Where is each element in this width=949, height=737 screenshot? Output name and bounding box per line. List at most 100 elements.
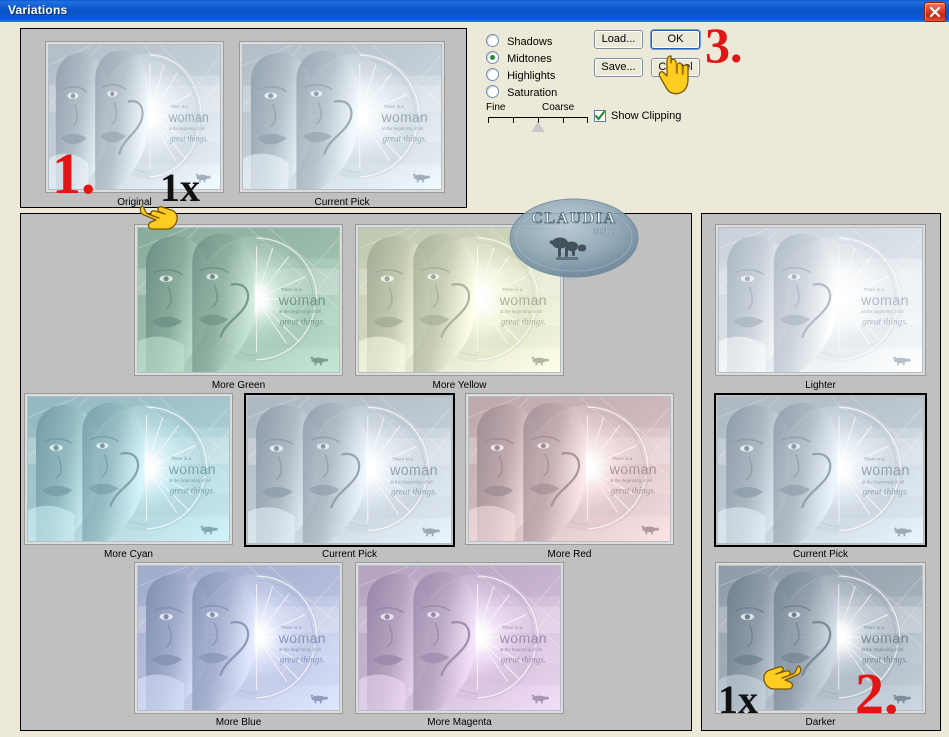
- slider-label-coarse: Coarse: [542, 102, 575, 113]
- caption-more-green: More Green: [211, 380, 266, 391]
- artwork-line4: great things.: [501, 654, 546, 664]
- radio-midtones[interactable]: Midtones: [486, 51, 552, 65]
- artwork-line2: woman: [278, 292, 326, 308]
- artwork-line2: woman: [499, 292, 547, 308]
- thumbnail-more-green[interactable]: There is a woman at the beginning of all…: [134, 224, 343, 376]
- caption-more-blue: More Blue: [215, 717, 262, 728]
- caption-more-yellow: More Yellow: [432, 380, 487, 391]
- thumbnail-current-pick-grid[interactable]: There is a woman at the beginning of all…: [244, 393, 455, 547]
- artwork-render: There is a woman at the beginning of all…: [469, 397, 670, 541]
- slider-tick: [513, 117, 514, 123]
- load-button[interactable]: Load...: [594, 30, 643, 49]
- thumbnail-image: There is a woman at the beginning of all…: [717, 396, 924, 544]
- radio-shadows[interactable]: Shadows: [486, 34, 552, 48]
- caption-lighter: Lighter: [805, 380, 836, 391]
- artwork-line3: at the beginning of all: [169, 126, 205, 131]
- artwork-render: There is a woman at the beginning of all…: [359, 566, 560, 710]
- artwork-line3: at the beginning of all: [862, 479, 905, 484]
- artwork-line2: woman: [861, 463, 910, 479]
- caption-current-pick-brightness: Current Pick: [792, 549, 848, 560]
- annotation-multiplier-right: 1x: [718, 677, 758, 722]
- thumbnail-image: There is a woman at the beginning of all…: [718, 227, 923, 373]
- radio-highlights[interactable]: Highlights: [486, 68, 555, 82]
- artwork-line3: at the beginning of all: [279, 309, 321, 314]
- artwork-line4: great things.: [391, 487, 437, 497]
- artwork-line3: at the beginning of all: [861, 309, 903, 314]
- thumbnail-image: There is a woman at the beginning of all…: [242, 44, 442, 190]
- ok-button[interactable]: OK: [651, 30, 700, 49]
- fine-coarse-slider[interactable]: Fine Coarse: [486, 102, 594, 138]
- thumbnail-more-red[interactable]: There is a woman at the beginning of all…: [465, 393, 674, 545]
- artwork-line4: great things.: [862, 316, 908, 326]
- color-variations-grid: There is a woman at the beginning of all…: [20, 213, 692, 731]
- thumbnail-more-blue[interactable]: There is a woman at the beginning of all…: [134, 562, 343, 714]
- show-clipping-checkbox[interactable]: [594, 110, 606, 122]
- thumbnail-lighter[interactable]: There is a woman at the beginning of all…: [715, 224, 926, 376]
- thumbnail-current-pick-brightness[interactable]: There is a woman at the beginning of all…: [714, 393, 927, 547]
- slider-tick: [488, 117, 489, 123]
- brightness-variations-panel: There is a woman at the beginning of all…: [701, 213, 941, 731]
- variations-dialog: Variations There is a woman at the begin…: [0, 0, 949, 737]
- thumbnail-image: There is a woman at the beginning of all…: [27, 396, 230, 542]
- artwork-line1: There is a: [864, 457, 885, 463]
- artwork-line4: great things.: [170, 133, 209, 144]
- artwork-line4: great things.: [501, 316, 546, 326]
- artwork-line2: woman: [860, 631, 909, 647]
- thumbnail-image: There is a woman at the beginning of all…: [358, 227, 561, 373]
- artwork-line3: at the beginning of all: [169, 478, 211, 483]
- radio-saturation[interactable]: Saturation: [486, 85, 557, 99]
- artwork-line3: at the beginning of all: [610, 478, 652, 483]
- artwork-render: There is a woman at the beginning of all…: [719, 228, 922, 372]
- artwork-render: There is a woman at the beginning of all…: [243, 45, 441, 189]
- thumbnail-more-magenta[interactable]: There is a woman at the beginning of all…: [355, 562, 564, 714]
- artwork-line3: at the beginning of all: [390, 479, 432, 484]
- check-icon: [595, 111, 605, 121]
- artwork-line2: woman: [278, 630, 326, 646]
- artwork-line3: at the beginning of all: [500, 647, 542, 652]
- annotation-step-3: 3.: [705, 17, 743, 73]
- thumbnail-more-yellow[interactable]: There is a woman at the beginning of all…: [355, 224, 564, 376]
- window-title: Variations: [8, 3, 68, 17]
- artwork-line2: woman: [381, 109, 429, 125]
- slider-thumb[interactable]: [531, 122, 545, 132]
- artwork-line2: woman: [499, 630, 547, 646]
- slider-tick: [563, 117, 564, 123]
- slider-tick: [587, 117, 588, 123]
- radio-indicator: [486, 34, 499, 47]
- artwork-render: There is a woman at the beginning of all…: [28, 397, 229, 541]
- artwork-line4: great things.: [383, 133, 428, 143]
- artwork-line4: great things.: [611, 485, 656, 495]
- pointing-hand-icon-1: [136, 200, 184, 245]
- radio-indicator: [486, 85, 499, 98]
- artwork-line3: at the beginning of all: [279, 647, 321, 652]
- artwork-line1: There is a: [392, 457, 413, 462]
- thumbnail-current-pick-top[interactable]: There is a woman at the beginning of all…: [239, 41, 445, 193]
- artwork-line3: at the beginning of all: [500, 309, 542, 314]
- annotation-step-2: 2.: [855, 661, 899, 726]
- save-button[interactable]: Save...: [594, 58, 643, 77]
- radio-label: Shadows: [507, 36, 553, 48]
- thumbnail-image: There is a woman at the beginning of all…: [137, 565, 340, 711]
- show-clipping-label: Show Clipping: [611, 110, 682, 122]
- radio-label: Saturation: [507, 87, 558, 99]
- artwork-render: There is a woman at the beginning of all…: [359, 228, 560, 372]
- artwork-line4: great things.: [280, 654, 325, 664]
- thumbnail-image: There is a woman at the beginning of all…: [468, 396, 671, 542]
- artwork-render: There is a woman at the beginning of all…: [718, 397, 923, 543]
- artwork-line4: great things.: [863, 487, 909, 497]
- artwork-render: There is a woman at the beginning of all…: [138, 228, 339, 372]
- artwork-line4: great things.: [280, 316, 325, 326]
- caption-more-magenta: More Magenta: [427, 717, 492, 728]
- close-button[interactable]: [924, 2, 946, 22]
- artwork-line2: woman: [168, 461, 216, 477]
- artwork-render: There is a woman at the beginning of all…: [138, 566, 339, 710]
- artwork-line1: There is a: [863, 287, 884, 292]
- artwork-line3: at the beginning of all: [861, 647, 903, 652]
- artwork-line3: at the beginning of all: [382, 126, 423, 131]
- artwork-line2: woman: [860, 293, 909, 309]
- thumbnail-image: There is a woman at the beginning of all…: [137, 227, 340, 373]
- thumbnail-more-cyan[interactable]: There is a woman at the beginning of all…: [24, 393, 233, 545]
- artwork-line2: woman: [609, 461, 657, 477]
- title-bar: Variations: [0, 0, 949, 22]
- thumbnail-image: There is a woman at the beginning of all…: [358, 565, 561, 711]
